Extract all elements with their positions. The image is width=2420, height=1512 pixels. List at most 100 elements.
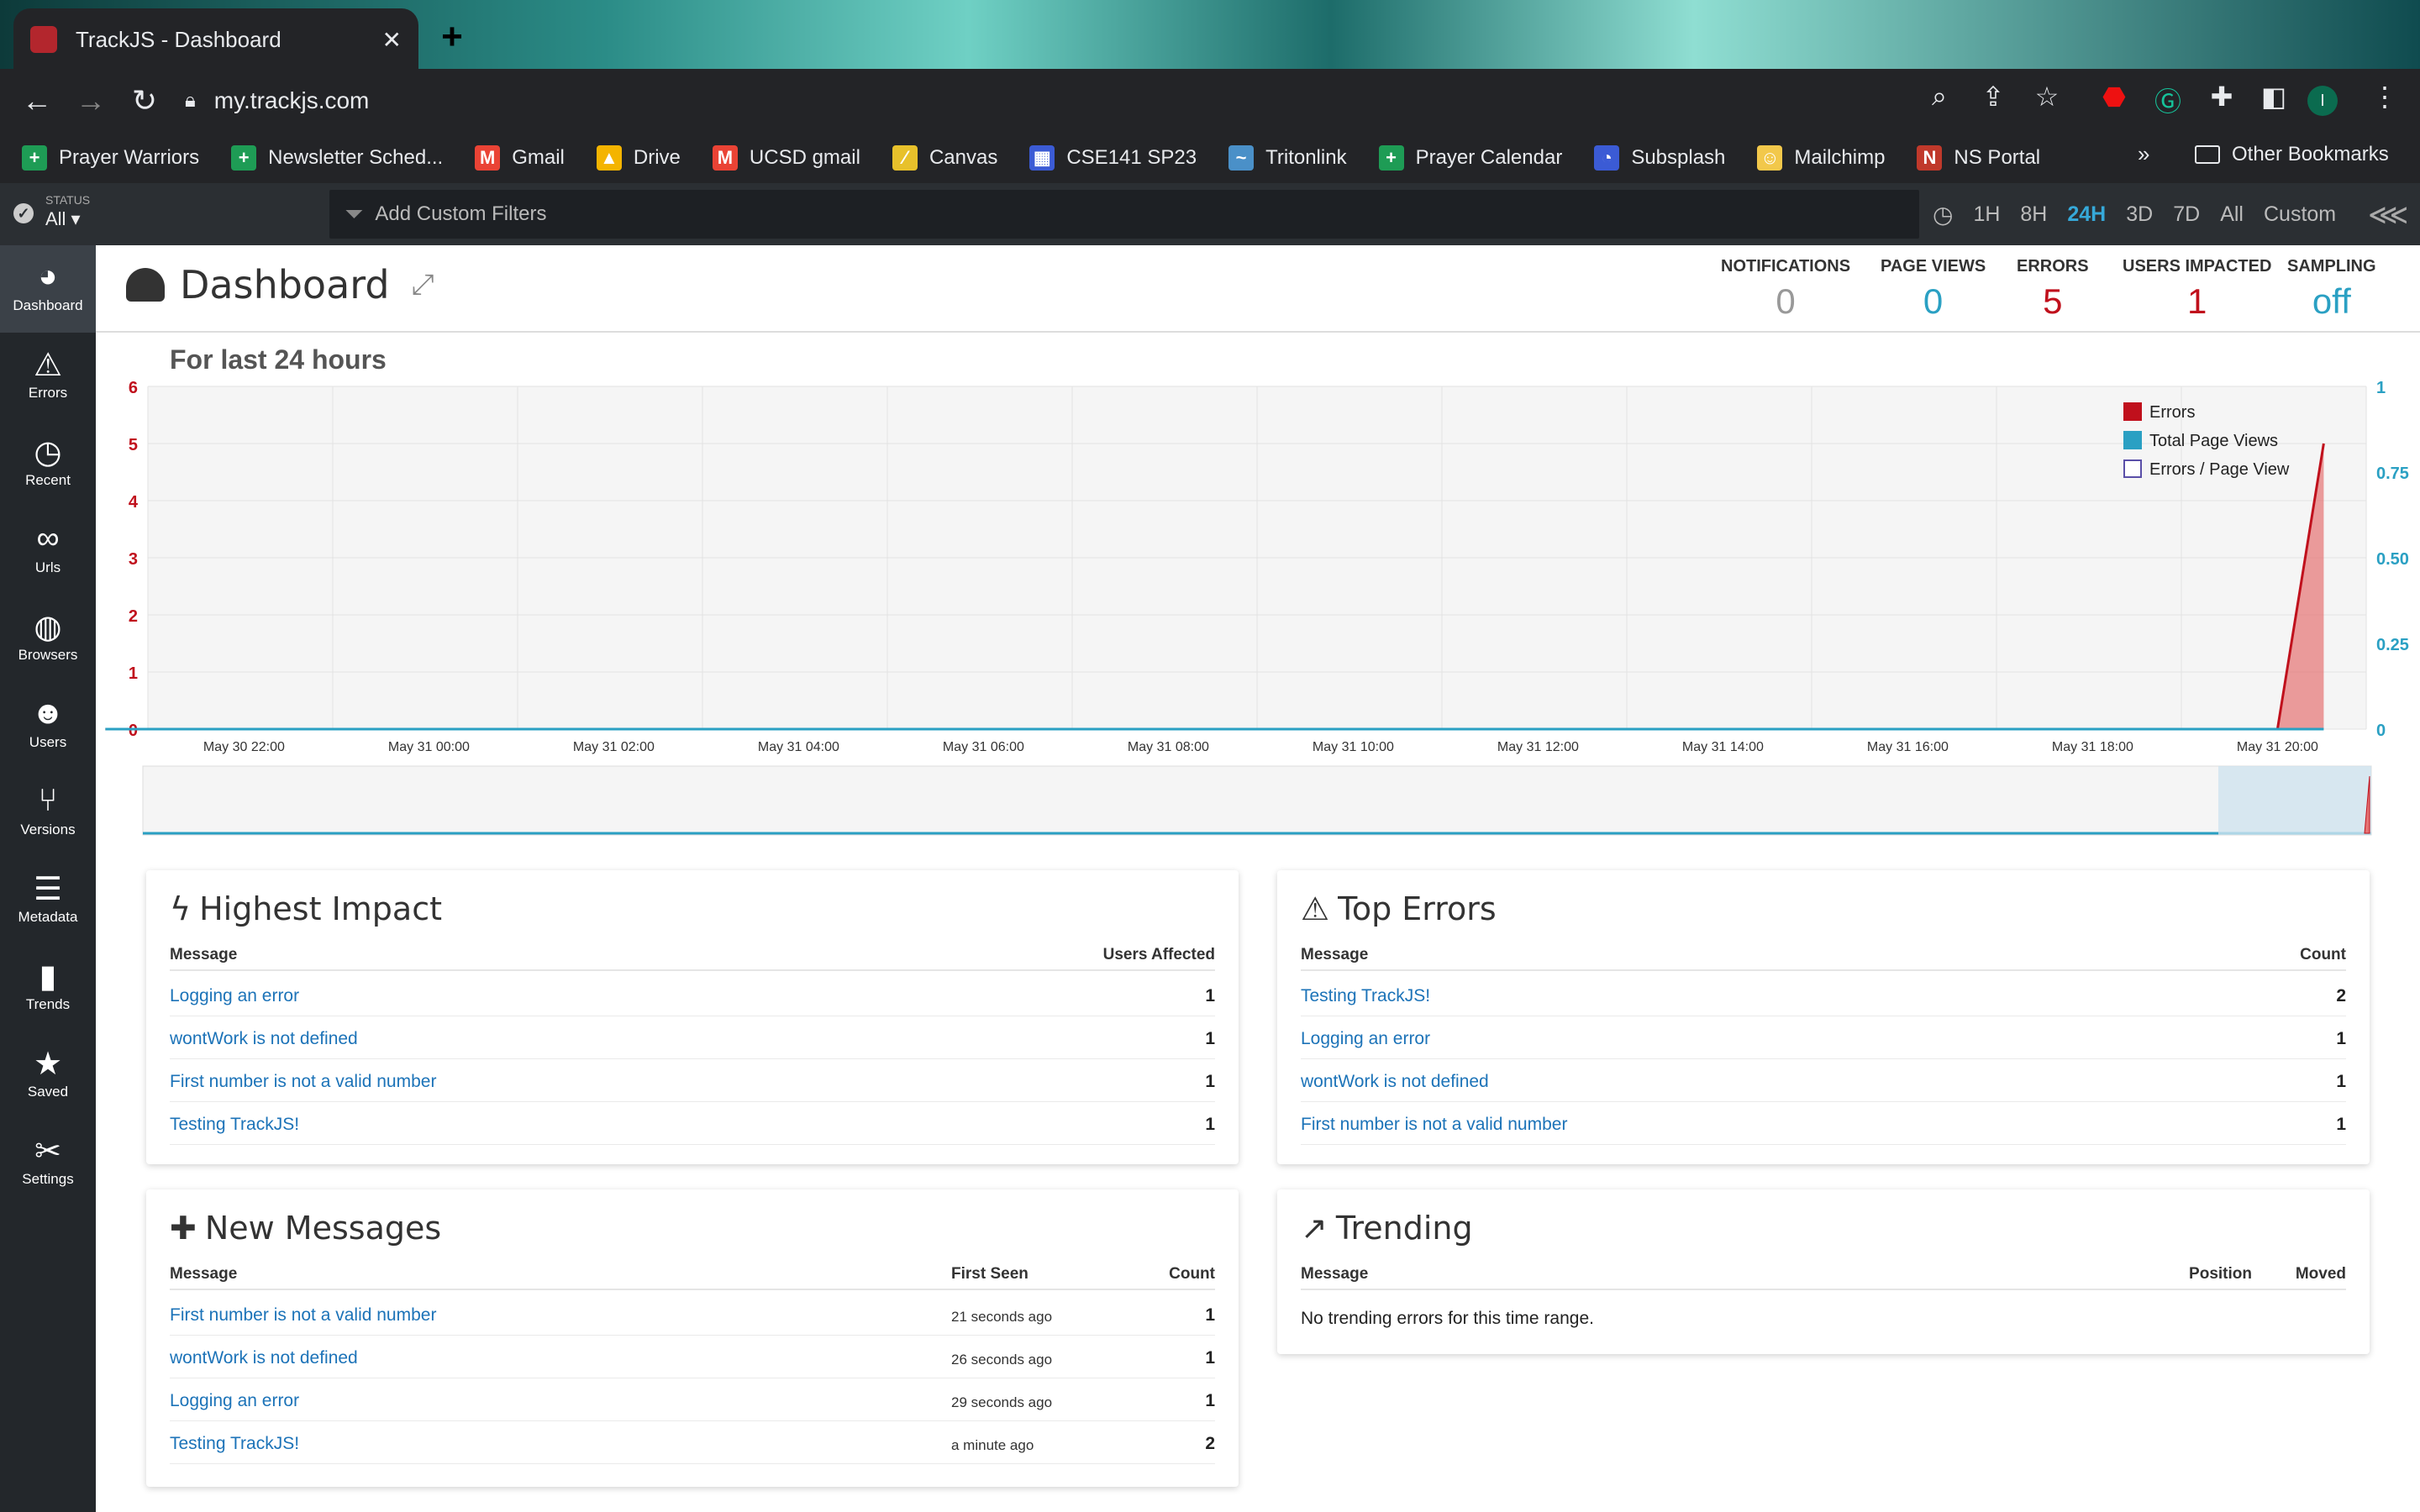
sidebar-item-users[interactable]: ☻ Users [0, 682, 96, 769]
y-left-tick-label: 0 [129, 722, 138, 740]
first-seen: 21 seconds ago [951, 1309, 1053, 1325]
error-message-link[interactable]: wontWork is not defined [1301, 1072, 1489, 1092]
y-right-tick-label: 1 [2376, 379, 2386, 397]
bookmark-item[interactable]: ⁄ Canvas [892, 145, 997, 171]
custom-filter-input[interactable]: ⏷ Add Custom Filters [329, 190, 1919, 239]
y-left-tick-label: 5 [129, 436, 138, 454]
new-messages-panel: ✚ New Messages Message First Seen Count F… [146, 1189, 1239, 1487]
time-range-1h[interactable]: 1H [1973, 202, 2000, 227]
error-message-link[interactable]: Logging an error [1301, 1029, 1430, 1049]
error-message-link[interactable]: wontWork is not defined [170, 1029, 358, 1049]
adblock-extension-icon[interactable]: ⬣ [2094, 81, 2134, 113]
browser-tab[interactable]: TrackJS - Dashboard ✕ [13, 8, 418, 71]
x-tick-label: May 31 06:00 [943, 740, 1024, 754]
bookmark-item[interactable]: ~ Tritonlink [1228, 145, 1347, 171]
bookmarks-overflow-icon[interactable]: » [2138, 141, 2149, 167]
sidebar-item-errors[interactable]: ⚠ Errors [0, 333, 96, 420]
bookmark-item[interactable]: ☺ Mailchimp [1757, 145, 1885, 171]
sidebar-item-dashboard[interactable]: ◕ Dashboard [0, 245, 96, 333]
col-message: Message [170, 1265, 238, 1283]
bookmark-item[interactable]: + Prayer Calendar [1378, 145, 1562, 171]
bookmark-item[interactable]: N NS Portal [1917, 145, 2040, 171]
error-message-link[interactable]: Logging an error [170, 986, 299, 1006]
bookmark-favicon-icon: + [231, 145, 257, 171]
bookmark-item[interactable]: ◔ Subsplash [1594, 145, 1725, 171]
table-row: Testing TrackJS! a minute ago 2 [170, 1422, 1215, 1464]
time-range-8h[interactable]: 8H [2020, 202, 2047, 227]
address-bar[interactable]: 🔒︎ my.trackjs.com [185, 77, 2109, 124]
zoom-icon[interactable]: ⌕ [1919, 81, 1960, 113]
first-seen: a minute ago [951, 1437, 1034, 1453]
sidebar-item-saved[interactable]: ★ Saved [0, 1032, 96, 1119]
navigator-selection[interactable] [2218, 766, 2371, 835]
error-message-link[interactable]: Testing TrackJS! [1301, 986, 1430, 1006]
error-message-link[interactable]: First number is not a valid number [170, 1072, 436, 1092]
warning-icon: ⚠ [1301, 890, 1330, 927]
sidebar-item-trends[interactable]: ▮ Trends [0, 944, 96, 1032]
side-panel-icon[interactable]: ◧ [2254, 81, 2294, 113]
bookmark-favicon-icon: ▦ [1029, 145, 1055, 171]
chrome-menu-icon[interactable]: ⋮ [2365, 81, 2405, 113]
extensions-puzzle-icon[interactable]: ✚ [2202, 81, 2242, 113]
time-range-all[interactable]: All [2220, 202, 2244, 227]
new-messages-title: ✚ New Messages [170, 1210, 442, 1247]
time-range-7d[interactable]: 7D [2173, 202, 2200, 227]
error-message-link[interactable]: Testing TrackJS! [170, 1434, 299, 1454]
page-title: Dashboard ⤢ [126, 262, 434, 307]
time-range-24h[interactable]: 24H [2067, 202, 2106, 227]
sidebar-item-metadata[interactable]: ☰ Metadata [0, 857, 96, 944]
forward-arrow-icon[interactable]: → [64, 83, 118, 118]
sidebar-item-recent[interactable]: ◷ Recent [0, 420, 96, 507]
chart-subtitle: For last 24 hours [170, 344, 387, 375]
table-row: wontWork is not defined 1 [1301, 1060, 2346, 1102]
sidebar-item-settings[interactable]: ✂ Settings [0, 1119, 96, 1206]
stat-label: SAMPLING [2287, 257, 2376, 276]
tab-close-icon[interactable]: ✕ [382, 26, 402, 54]
bookmark-label: Canvas [929, 146, 998, 169]
table-row: wontWork is not defined 1 [170, 1017, 1215, 1059]
trend-line-icon: ↗ [1301, 1210, 1328, 1247]
range-navigator[interactable] [142, 765, 2372, 836]
sidebar-item-label: Urls [34, 559, 61, 575]
share-page-icon[interactable]: ⇪ [1973, 81, 2013, 113]
legend-swatch [2123, 402, 2142, 421]
error-message-link[interactable]: First number is not a valid number [1301, 1115, 1567, 1135]
sidebar-item-browsers[interactable]: ◍ Browsers [0, 595, 96, 682]
time-range-3d[interactable]: 3D [2126, 202, 2153, 227]
time-range-custom[interactable]: Custom [2264, 202, 2336, 227]
www-icon: ◍ [34, 610, 62, 645]
other-bookmarks[interactable]: Other Bookmarks [2195, 143, 2389, 166]
bookmark-item[interactable]: ▲ Drive [596, 145, 681, 171]
expand-icon[interactable]: ⤢ [412, 269, 434, 302]
sidebar-item-versions[interactable]: ⑂ Versions [0, 769, 96, 857]
bookmark-item[interactable]: M UCSD gmail [712, 145, 860, 171]
table-row: Testing TrackJS! 1 [170, 1103, 1215, 1145]
status-filter[interactable]: ✓ STATUS All ▾ [10, 188, 321, 240]
bookmark-favicon-icon: + [1378, 145, 1404, 171]
tab-title: TrackJS - Dashboard [76, 26, 281, 52]
back-arrow-icon[interactable]: ← [10, 83, 64, 118]
error-message-link[interactable]: First number is not a valid number [170, 1305, 436, 1326]
bookmark-item[interactable]: + Prayer Warriors [22, 145, 199, 171]
col-count: Count [1169, 1265, 1215, 1283]
bookmark-label: Mailchimp [1794, 146, 1886, 169]
bookmark-item[interactable]: ▦ CSE141 SP23 [1029, 145, 1197, 171]
error-message-link[interactable]: Logging an error [170, 1391, 299, 1411]
errors-chart[interactable]: 0 1 2 3 4 5 6 0 0.25 0.50 0.75 1 May 30 22:00 May 31 … [96, 378, 2420, 848]
check-circle-icon: ✓ [13, 203, 34, 223]
sidebar-item-urls[interactable]: ∞ Urls [0, 507, 96, 595]
bookmark-item[interactable]: M Gmail [475, 145, 565, 171]
grammarly-extension-icon[interactable]: Ⓖ [2148, 81, 2188, 119]
bookmark-item[interactable]: + Newsletter Sched... [231, 145, 443, 171]
error-message-link[interactable]: Testing TrackJS! [170, 1115, 299, 1135]
profile-avatar[interactable]: I [2307, 86, 2338, 116]
share-icon[interactable]: ⋘ [2368, 198, 2408, 232]
reload-icon[interactable]: ↻ [118, 83, 171, 118]
bookmark-favicon-icon: M [475, 145, 501, 171]
table-header: Message Position Moved [1301, 1258, 2346, 1290]
highest-impact-title: ϟ Highest Impact [170, 890, 442, 927]
error-message-link[interactable]: wontWork is not defined [170, 1348, 358, 1368]
new-tab-button[interactable]: + [432, 18, 472, 59]
count-value: 1 [1205, 1115, 1215, 1134]
bookmark-star-icon[interactable]: ☆ [2027, 81, 2067, 113]
